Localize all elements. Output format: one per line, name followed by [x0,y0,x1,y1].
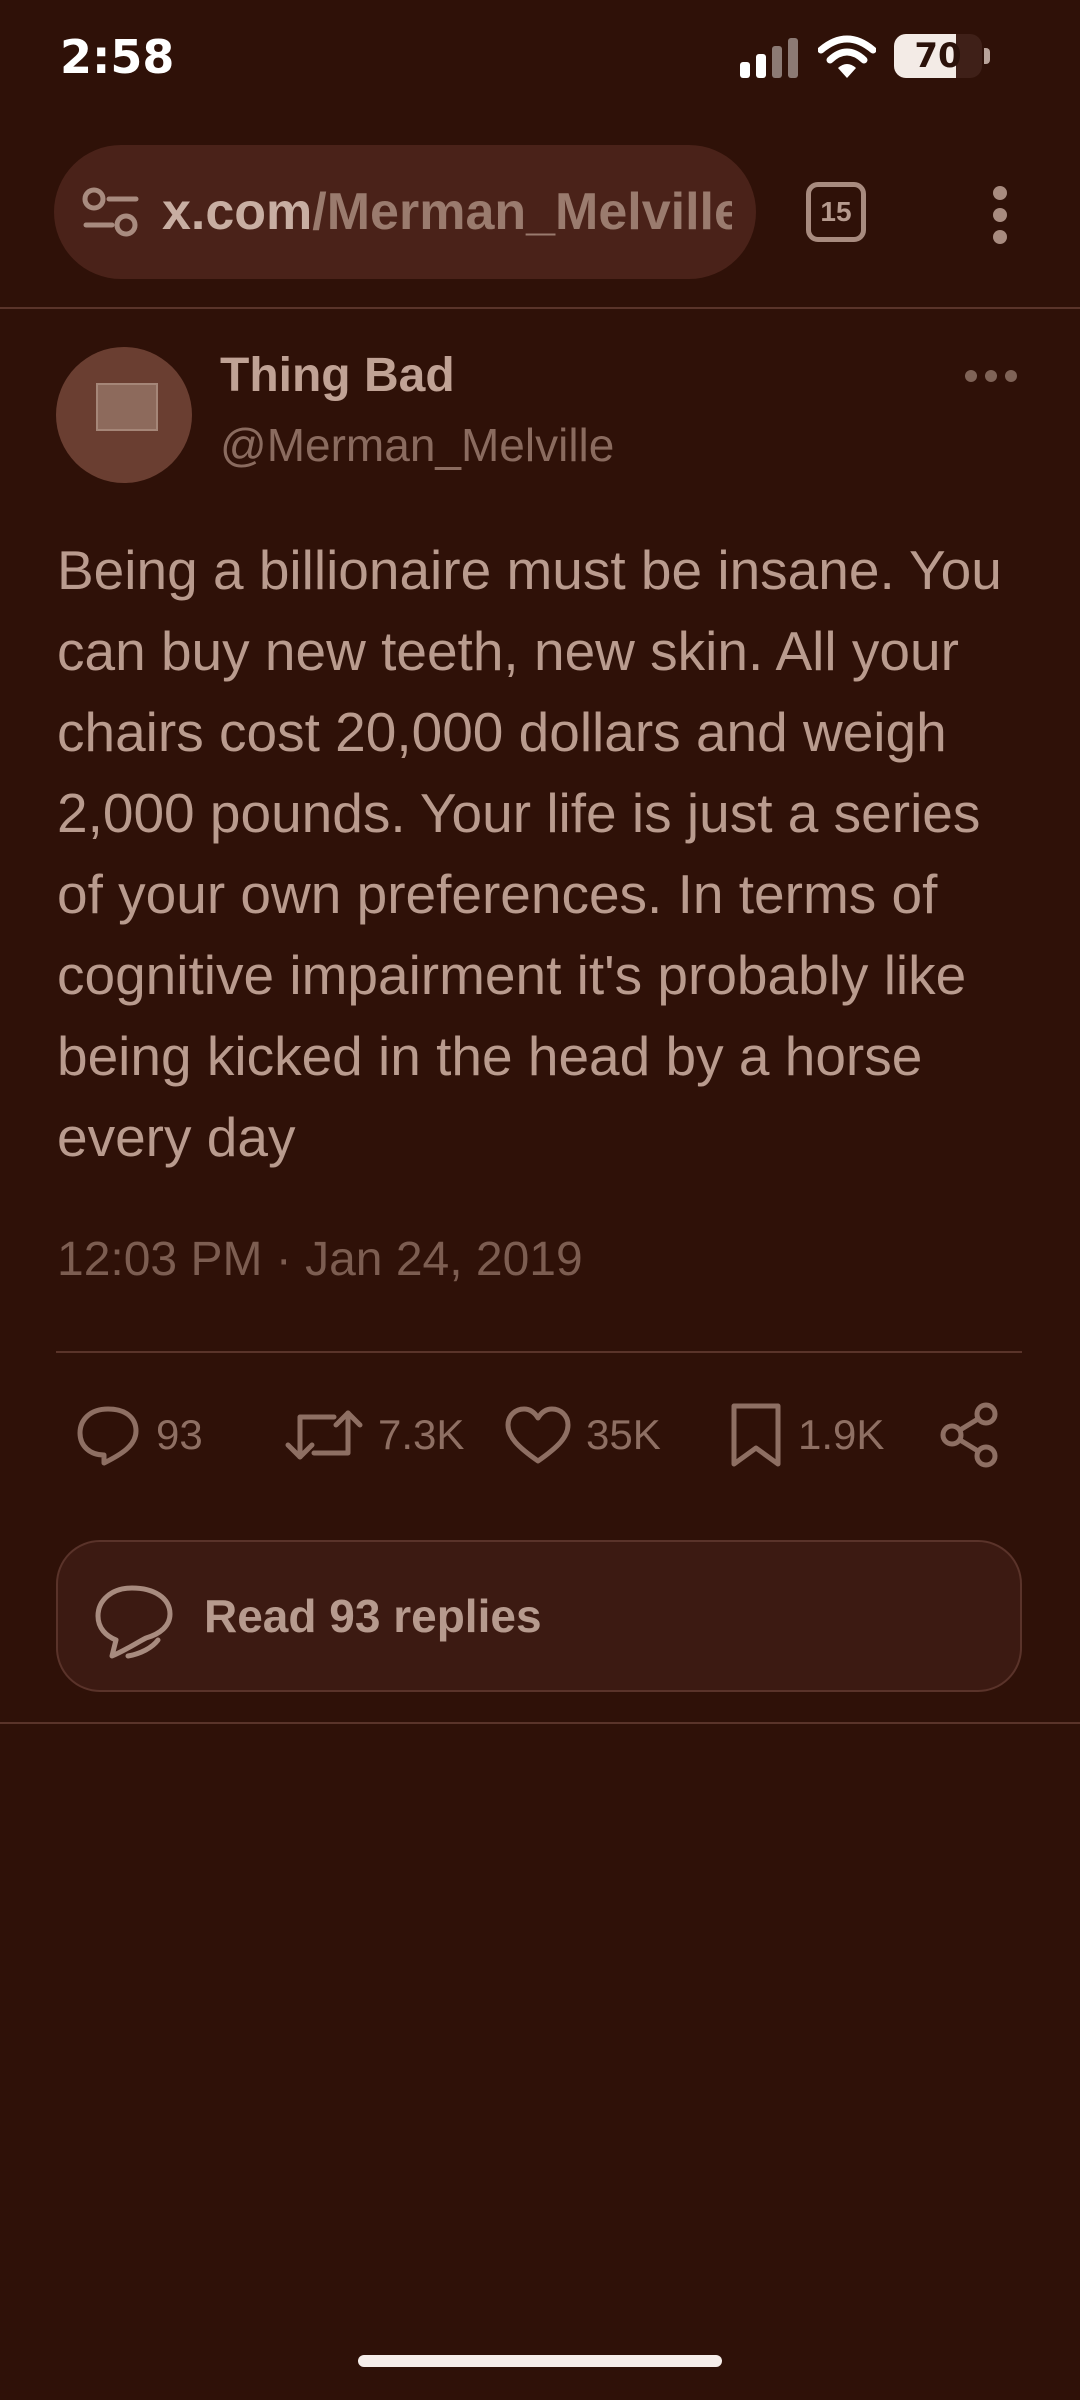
status-time: 2:58 [60,30,175,84]
repost-count: 7.3K [378,1411,465,1458]
avatar[interactable] [56,347,192,483]
home-indicator[interactable] [358,2355,722,2367]
author-handle[interactable]: @Merman_Melville [220,418,614,472]
menu-dot [993,230,1007,244]
menu-dot [993,186,1007,200]
toolbar-divider [0,307,1080,309]
more-dot [965,370,977,382]
read-replies-label: Read 93 replies [204,1590,542,1642]
battery-percentage: 70 [914,36,962,76]
more-options-icon[interactable] [965,370,1017,384]
more-dot [1005,370,1017,382]
reply-button[interactable]: 93 [74,1395,203,1475]
tune-icon[interactable] [82,187,140,237]
wifi-icon [818,35,876,78]
action-bar: 93 7.3K 35K 1.9K [0,1395,1080,1475]
share-button[interactable] [938,1395,1002,1475]
battery-tip [984,48,990,64]
tweet-text: Being a billionaire must be insane. You … [57,539,1002,1168]
bookmark-button[interactable]: 1.9K [728,1395,884,1475]
repost-icon [285,1410,363,1460]
url-domain: x.com [162,183,313,241]
bookmark-icon [731,1403,781,1467]
content-divider [0,1722,1080,1724]
heart-icon [505,1406,571,1464]
menu-dot [993,208,1007,222]
actions-divider [56,1351,1022,1353]
avatar-image [96,383,158,431]
cellular-signal-icon [740,38,798,78]
battery-indicator: 70 [894,34,982,78]
url-path: /Merman_Melville [312,183,732,241]
author-name[interactable]: Thing Bad [220,348,455,403]
more-vertical-icon[interactable] [980,180,1020,250]
more-dot [985,370,997,382]
reply-count: 93 [156,1411,203,1458]
bookmark-count: 1.9K [798,1411,885,1458]
like-button[interactable]: 35K [504,1395,661,1475]
read-replies-button[interactable]: Read 93 replies [56,1540,1022,1692]
address-bar[interactable]: x.com/Merman_Melville [54,145,756,279]
repost-button[interactable]: 7.3K [284,1395,464,1475]
conversation-icon [95,1585,173,1659]
like-count: 35K [586,1411,661,1458]
url-text[interactable]: x.com/Merman_Melville [162,145,732,279]
tabs-button[interactable]: 15 [806,182,866,242]
share-icon [940,1402,998,1468]
reply-icon [77,1406,139,1466]
tweet-timestamp[interactable]: 12:03 PM · Jan 24, 2019 [57,1232,583,1287]
status-bar: 2:58 70 [0,0,1080,120]
